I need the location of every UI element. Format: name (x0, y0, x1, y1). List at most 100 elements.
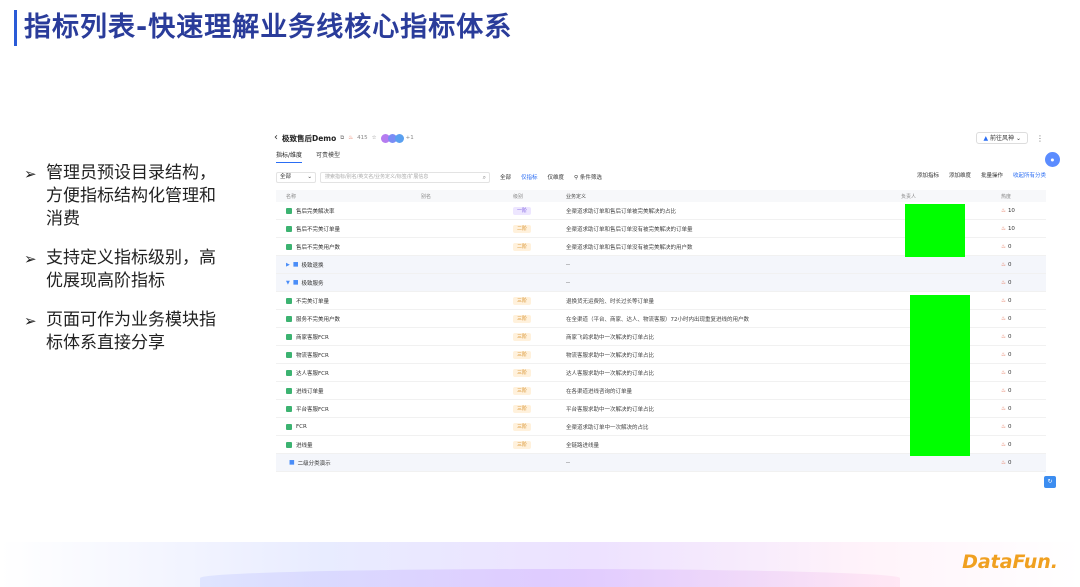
metric-name[interactable]: 平台客服FCR (296, 405, 329, 413)
more-icon[interactable]: ⋮ (1036, 134, 1044, 143)
metric-name[interactable]: 极致服务 (302, 279, 324, 287)
cell-level: 三阶 (506, 350, 566, 359)
filter-metrics-only[interactable]: 仅指标 (521, 173, 538, 181)
metric-icon (286, 387, 292, 394)
level-badge: 一阶 (513, 206, 532, 215)
scope-select[interactable]: 全部 ⌄ (276, 171, 316, 183)
view-count: 415 (357, 135, 368, 141)
copy-icon[interactable]: ⧉ (340, 135, 344, 142)
back-icon[interactable]: ‹ (274, 133, 278, 143)
star-icon[interactable]: ☆ (372, 135, 377, 141)
metric-name[interactable]: 达人客服FCR (296, 369, 329, 377)
toolbar-actions: 添加指标 添加维度 批量操作 收起所有分类 (907, 171, 1046, 179)
add-metric-button[interactable]: 添加指标 (917, 171, 939, 179)
metric-icon (286, 333, 292, 340)
metric-name[interactable]: 进线订单量 (296, 387, 324, 395)
fire-icon: ♨ (1001, 207, 1006, 214)
cell-hot: ♨ 0 (1001, 334, 1046, 340)
cell-hot: ♨ 10 (1001, 208, 1046, 214)
category-row[interactable]: ▼ ■ 极致服务 -- ♨ 0 (276, 274, 1046, 292)
cell-level: 三阶 (506, 440, 566, 449)
metric-icon (286, 351, 292, 358)
metric-icon (286, 405, 292, 412)
datafun-logo: DataFun. (962, 551, 1058, 573)
column-header: 级别 (513, 193, 524, 200)
search-input[interactable]: 搜索指标/别名/英文名/业务定义/标签/扩展信息 ⌕ (320, 171, 490, 183)
app-screenshot: ‹ 极致售后Demo ⧉ ♨ 415 ☆ +1 ▲ 前往风神 ⌄ ⋮ 指标/维度… (272, 130, 1060, 490)
category-row[interactable]: ■ 二级分类演示 -- ♨ 0 (276, 454, 1046, 472)
toolbar: 全部 ⌄ 搜索指标/别名/英文名/业务定义/标签/扩展信息 ⌕ 全部 仅指标 仅… (276, 170, 1046, 184)
metric-name[interactable]: FCR (296, 424, 307, 430)
cell-name: 服务不完美用户数 (276, 315, 421, 323)
hot-value: 0 (1007, 279, 1012, 286)
fire-icon: ♨ (1001, 333, 1006, 340)
cell-level: 三阶 (506, 296, 566, 305)
cell-hot: ♨ 0 (1001, 442, 1046, 448)
filter-dimensions-only[interactable]: 仅维度 (548, 173, 565, 181)
fire-icon: ♨ (1001, 405, 1006, 412)
cell-name: 达人客服FCR (276, 369, 421, 377)
cell-name: 不完美订单量 (276, 297, 421, 305)
batch-action-button[interactable]: 批量操作 (981, 171, 1003, 179)
caret-right-icon[interactable]: ▶ (286, 262, 290, 268)
fire-icon: ♨ (1001, 243, 1006, 250)
fire-icon: ♨ (1001, 297, 1006, 304)
hot-value: 0 (1007, 405, 1012, 412)
redaction-block (905, 204, 965, 257)
cell-name: ▶ ■ 极致退换 (276, 261, 421, 269)
cell-hot: ♨ 0 (1001, 370, 1046, 376)
bottom-decoration (200, 569, 900, 587)
cell-hot: ♨ 10 (1001, 226, 1046, 232)
metric-name[interactable]: 服务不完美用户数 (296, 315, 340, 323)
tab-models[interactable]: 可责模型 (316, 150, 340, 163)
add-dimension-button[interactable]: 添加维度 (949, 171, 971, 179)
cell-name: 进线订单量 (276, 387, 421, 395)
column-header: 名称 (286, 193, 297, 200)
avatar (394, 133, 404, 143)
fire-icon: ♨ (1001, 423, 1006, 430)
bullet-item: ➢ 管理员预设目录结构，方便指标结构化管理和消费 (24, 162, 229, 231)
cell-level: 一阶 (506, 206, 566, 215)
cell-definition: 在各渠道进线咨询的订单量 (566, 388, 633, 395)
metric-name[interactable]: 不完美订单量 (296, 297, 329, 305)
cell-definition: 全渠道求助订单中一次解决的占比 (566, 424, 649, 431)
cell-hot: ♨ 0 (1001, 298, 1046, 304)
metric-name[interactable]: 物流客服FCR (296, 351, 329, 359)
metric-name[interactable]: 极致退换 (302, 261, 324, 269)
metric-name[interactable]: 售后不完美用户数 (296, 243, 340, 251)
float-action-button[interactable]: ↻ (1044, 476, 1056, 488)
cell-name: 售后不完美订单量 (276, 225, 421, 233)
metric-name[interactable]: 二级分类演示 (298, 459, 331, 467)
collapse-all-button[interactable]: 收起所有分类 (1013, 171, 1046, 179)
category-row[interactable]: ▶ ■ 极致退换 -- ♨ 0 (276, 256, 1046, 274)
cell-definition: 商家飞鸽求助中一次解决的订单占比 (566, 334, 655, 341)
filter-all[interactable]: 全部 (500, 173, 511, 181)
cell-level: 三阶 (506, 368, 566, 377)
header-right: ▲ 前往风神 ⌄ ⋮ (976, 132, 1044, 144)
fire-icon: ♨ (1001, 315, 1006, 322)
bullet-list: ➢ 管理员预设目录结构，方便指标结构化管理和消费 ➢ 支持定义指标级别，高优展现… (24, 162, 229, 371)
assistant-icon[interactable]: ● (1045, 152, 1060, 167)
metric-name[interactable]: 售后完美解决率 (296, 207, 335, 215)
cell-name: ■ 二级分类演示 (276, 459, 421, 467)
cell-definition: -- (566, 261, 570, 268)
tab-metrics-dimensions[interactable]: 指标/维度 (276, 150, 303, 163)
caret-down-icon[interactable]: ▼ (286, 280, 290, 286)
level-badge: 三阶 (513, 386, 532, 395)
metric-icon (286, 423, 292, 430)
metric-icon (286, 225, 292, 232)
goto-fengshen-button[interactable]: ▲ 前往风神 ⌄ (976, 132, 1028, 144)
metric-name[interactable]: 售后不完美订单量 (296, 225, 340, 233)
goto-label: 前往风神 (990, 135, 1015, 142)
cell-hot: ♨ 0 (1001, 352, 1046, 358)
hot-value: 0 (1007, 243, 1012, 250)
metric-icon (286, 297, 292, 304)
metric-name[interactable]: 进线量 (296, 441, 313, 449)
bullet-item: ➢ 支持定义指标级别，高优展现高阶指标 (24, 247, 229, 293)
metric-name[interactable]: 商家客服FCR (296, 333, 329, 341)
hot-value: 0 (1007, 261, 1012, 268)
fire-icon: ♨ (1001, 225, 1006, 232)
metric-icon (286, 207, 292, 214)
cell-name: 平台客服FCR (276, 405, 421, 413)
condition-filter[interactable]: ⚲ 条件筛选 (574, 173, 602, 181)
